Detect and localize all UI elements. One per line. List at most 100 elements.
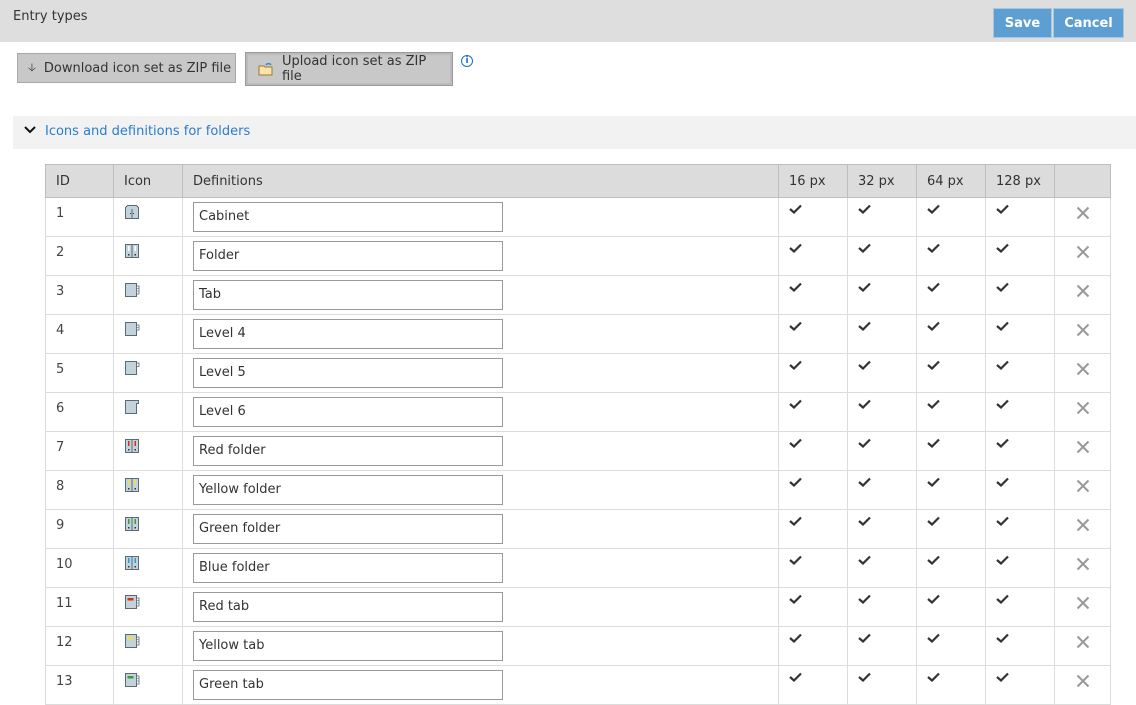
- cabinet-icon[interactable]: [124, 205, 140, 224]
- cancel-button[interactable]: Cancel: [1053, 8, 1124, 38]
- check-icon: [858, 593, 871, 608]
- definition-input[interactable]: Level 4: [193, 319, 503, 349]
- delete-icon[interactable]: [1076, 245, 1090, 263]
- row-id: 12: [45, 626, 114, 666]
- table-row: 3 Tab: [45, 275, 1111, 315]
- tab-icon[interactable]: [124, 673, 140, 692]
- row-id: 6: [45, 392, 114, 432]
- check-icon: [858, 281, 871, 296]
- table-row: 4 Level 4: [45, 314, 1111, 354]
- check-icon: [927, 671, 940, 686]
- definition-input[interactable]: Yellow folder: [193, 475, 503, 505]
- delete-icon[interactable]: [1076, 440, 1090, 458]
- delete-icon[interactable]: [1076, 635, 1090, 653]
- column-header: Icon: [113, 164, 183, 198]
- check-icon: [789, 593, 802, 608]
- delete-icon[interactable]: [1076, 479, 1090, 497]
- level5-icon[interactable]: [124, 361, 140, 380]
- check-icon: [996, 281, 1009, 296]
- check-icon: [996, 203, 1009, 218]
- save-button[interactable]: Save: [993, 8, 1052, 38]
- tab-icon[interactable]: [124, 283, 140, 302]
- delete-icon[interactable]: [1076, 206, 1090, 224]
- definition-input[interactable]: Green folder: [193, 514, 503, 544]
- definition-input[interactable]: Level 5: [193, 358, 503, 388]
- row-id: 5: [45, 353, 114, 393]
- check-icon: [789, 554, 802, 569]
- check-icon: [927, 281, 940, 296]
- row-id: 9: [45, 509, 114, 549]
- info-icon[interactable]: i: [461, 55, 473, 67]
- check-icon: [858, 203, 871, 218]
- folder-icon[interactable]: [124, 478, 140, 497]
- folder-icon[interactable]: [124, 556, 140, 575]
- check-icon: [996, 515, 1009, 530]
- row-id: 10: [45, 548, 114, 588]
- folder-icon[interactable]: [124, 244, 140, 263]
- definition-input[interactable]: Red tab: [193, 592, 503, 622]
- download-arrow-icon: 🡣: [28, 60, 36, 74]
- check-icon: [858, 476, 871, 491]
- definition-input[interactable]: Folder: [193, 241, 503, 271]
- upload-zip-button[interactable]: Upload icon set as ZIP file: [245, 52, 453, 86]
- table-row: 7 Red folder: [45, 431, 1111, 471]
- table-row: 10 Blue folder: [45, 548, 1111, 588]
- row-id: 1: [45, 197, 114, 237]
- check-icon: [858, 320, 871, 335]
- definition-input[interactable]: Blue folder: [193, 553, 503, 583]
- check-icon: [789, 632, 802, 647]
- check-icon: [789, 359, 802, 374]
- definition-input[interactable]: Level 6: [193, 397, 503, 427]
- check-icon: [858, 437, 871, 452]
- delete-icon[interactable]: [1076, 362, 1090, 380]
- delete-icon[interactable]: [1076, 401, 1090, 419]
- entry-types-table: ID Icon Definitions 16 px 32 px 64 px 128 px 1…: [45, 164, 1111, 705]
- tab-icon[interactable]: [124, 634, 140, 653]
- chevron-down-icon: [24, 126, 36, 134]
- definition-input[interactable]: Cabinet: [193, 202, 503, 232]
- column-header: 32 px: [847, 164, 917, 198]
- table-row: 12 Yellow tab: [45, 626, 1111, 666]
- column-header: 64 px: [916, 164, 986, 198]
- folder-icon[interactable]: [124, 439, 140, 458]
- header-bar: Entry types Save Cancel: [0, 0, 1136, 42]
- delete-icon[interactable]: [1076, 596, 1090, 614]
- row-id: 13: [45, 665, 114, 705]
- delete-icon[interactable]: [1076, 284, 1090, 302]
- level6-icon[interactable]: [124, 400, 140, 419]
- row-id: 2: [45, 236, 114, 276]
- check-icon: [927, 515, 940, 530]
- definition-input[interactable]: Tab: [193, 280, 503, 310]
- download-zip-button[interactable]: 🡣 Download icon set as ZIP file: [17, 53, 236, 83]
- folder-icon[interactable]: [124, 517, 140, 536]
- check-icon: [789, 515, 802, 530]
- tab-icon[interactable]: [124, 595, 140, 614]
- column-header: 16 px: [778, 164, 848, 198]
- check-icon: [789, 203, 802, 218]
- definition-input[interactable]: Green tab: [193, 670, 503, 700]
- upload-label: Upload icon set as ZIP file: [281, 54, 427, 84]
- check-icon: [927, 203, 940, 218]
- check-icon: [996, 554, 1009, 569]
- definition-input[interactable]: Yellow tab: [193, 631, 503, 661]
- table-row: 13 Green tab: [45, 665, 1111, 705]
- level4-icon[interactable]: [124, 322, 140, 341]
- delete-icon[interactable]: [1076, 674, 1090, 692]
- check-icon: [927, 398, 940, 413]
- row-id: 8: [45, 470, 114, 510]
- check-icon: [858, 359, 871, 374]
- table-row: 1 Cabinet: [45, 197, 1111, 237]
- definition-input[interactable]: Red folder: [193, 436, 503, 466]
- delete-icon[interactable]: [1076, 323, 1090, 341]
- check-icon: [858, 515, 871, 530]
- section-folders-header[interactable]: Icons and definitions for folders: [13, 116, 1136, 149]
- delete-icon[interactable]: [1076, 518, 1090, 536]
- check-icon: [996, 632, 1009, 647]
- column-header: Definitions: [182, 164, 779, 198]
- check-icon: [789, 671, 802, 686]
- column-header: [1054, 164, 1111, 198]
- delete-icon[interactable]: [1076, 557, 1090, 575]
- check-icon: [927, 437, 940, 452]
- check-icon: [789, 281, 802, 296]
- download-label: Download icon set as ZIP file: [43, 60, 232, 76]
